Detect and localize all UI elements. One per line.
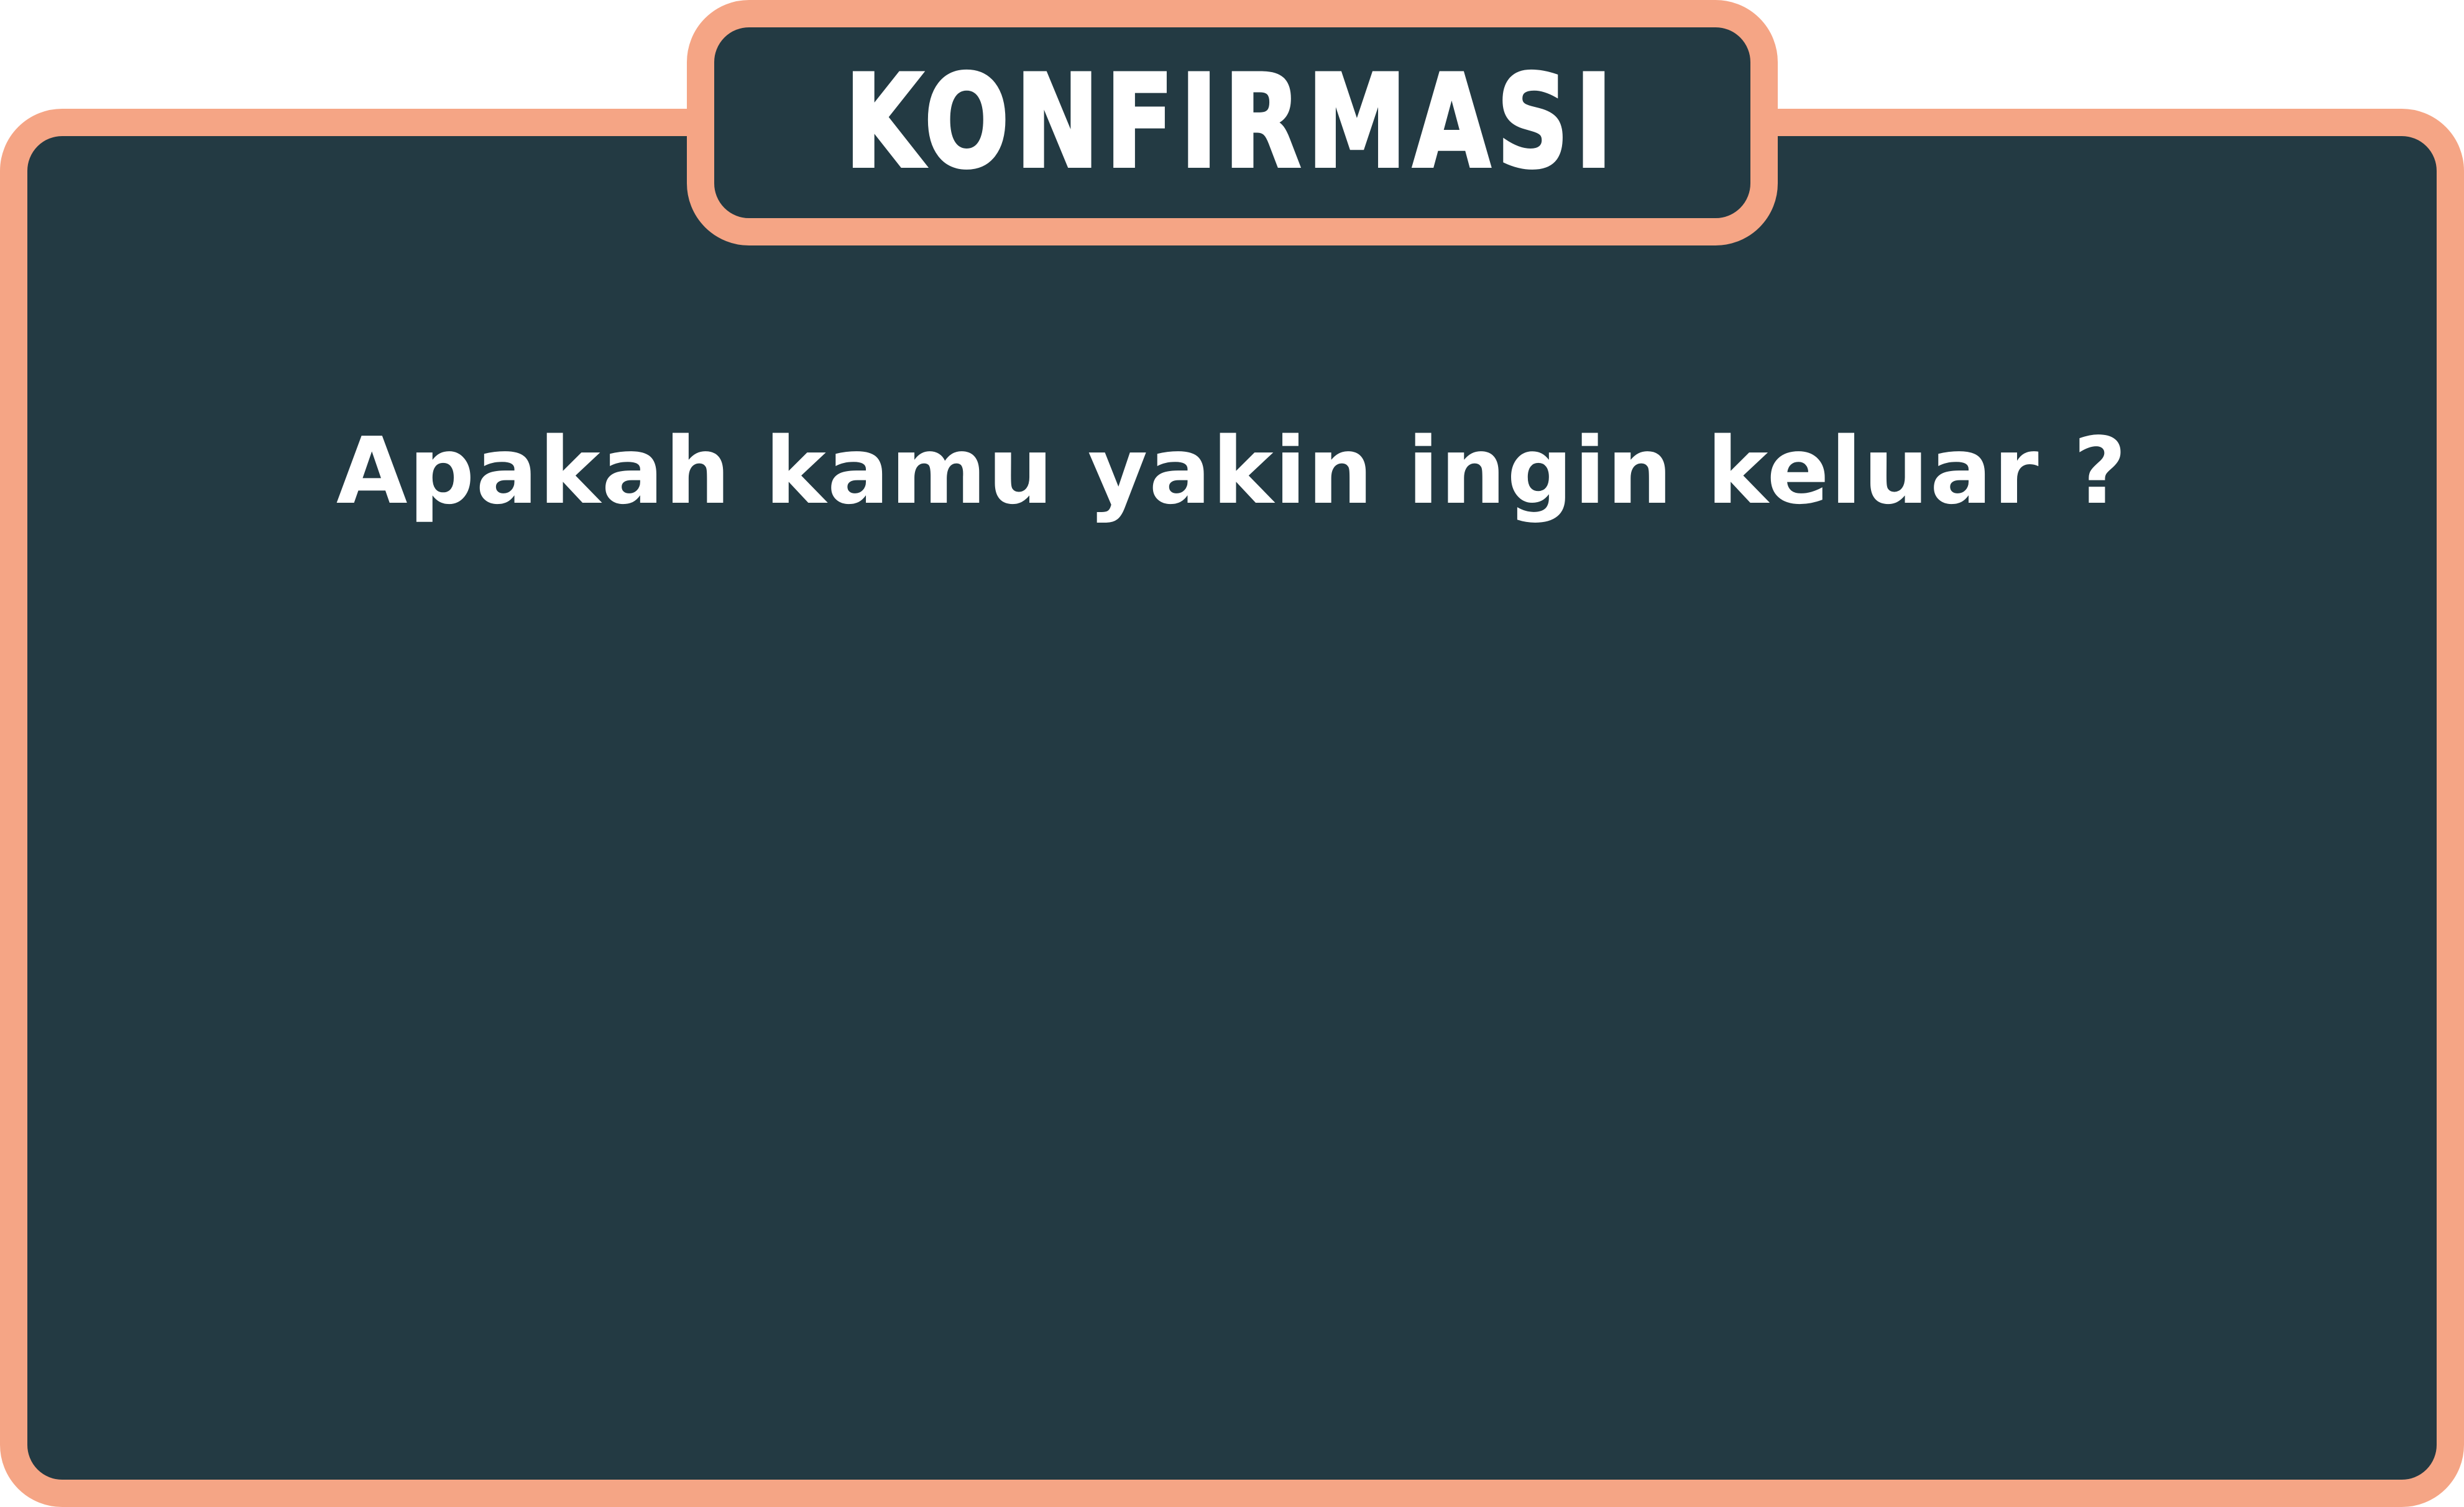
- dialog-message: Apakah kamu yakin ingin keluar ?: [336, 418, 2128, 524]
- dialog-panel: [0, 109, 2464, 1507]
- dialog-title: KONFIRMASI: [844, 48, 1620, 196]
- dialog-title-tab: KONFIRMASI: [687, 0, 1778, 245]
- confirmation-dialog: KONFIRMASI Apakah kamu yakin ingin kelua…: [0, 0, 2464, 1507]
